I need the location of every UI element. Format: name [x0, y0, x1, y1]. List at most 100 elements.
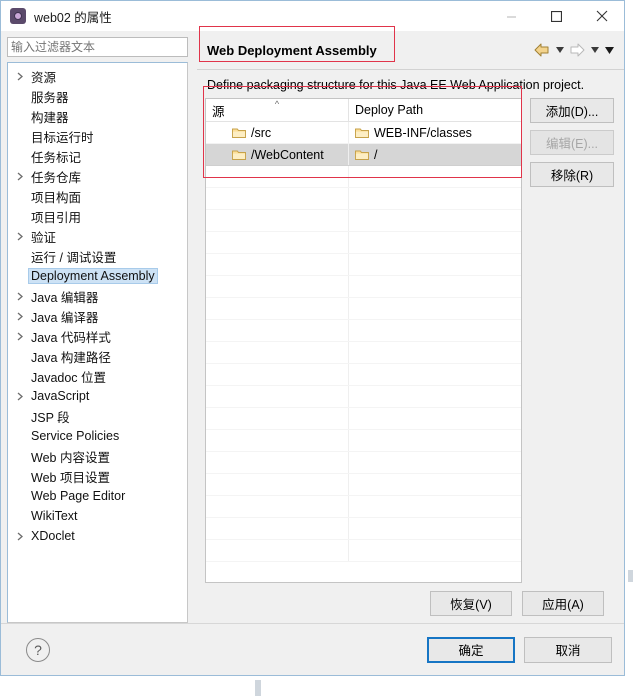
sidebar-item[interactable]: Java 编译器 [8, 306, 187, 326]
table-empty-row[interactable] [206, 298, 521, 320]
table-empty-row[interactable] [206, 408, 521, 430]
deployment-assembly-table[interactable]: 源 ^ Deploy Path /src WEB-INF/classes/WebC… [205, 98, 522, 583]
filter-input[interactable] [7, 37, 188, 57]
sidebar-item[interactable]: Java 构建路径 [8, 346, 187, 366]
sidebar-item[interactable]: Java 代码样式 [8, 326, 187, 346]
sidebar-item[interactable]: Web Page Editor [8, 486, 187, 506]
table-row[interactable]: /src WEB-INF/classes [206, 122, 521, 144]
forward-arrow-icon[interactable] [568, 41, 586, 59]
table-row[interactable]: /WebContent / [206, 144, 521, 166]
sidebar-item[interactable]: 目标运行时 [8, 126, 187, 146]
chevron-right-icon[interactable] [12, 532, 28, 541]
table-empty-row[interactable] [206, 320, 521, 342]
maximize-icon[interactable] [534, 1, 579, 31]
back-arrow-icon[interactable] [533, 41, 551, 59]
preferences-tree[interactable]: 资源服务器 构建器 目标运行时 任务标记 任务仓库项目构面项目引用 验证 运行 / 调试设置… [7, 62, 188, 623]
table-empty-row[interactable] [206, 430, 521, 452]
table-empty-row[interactable] [206, 342, 521, 364]
help-icon[interactable]: ? [26, 637, 50, 662]
preference-page-header: Web Deployment Assembly [197, 31, 624, 70]
table-body: /src WEB-INF/classes/WebContent / [206, 122, 521, 562]
cell-source-label: /WebContent [251, 147, 324, 162]
sidebar-item[interactable]: 服务器 [8, 86, 187, 106]
sidebar-item-label: Javadoc 位置 [31, 370, 107, 385]
sidebar-item[interactable]: 项目构面 [8, 186, 187, 206]
cell-source [206, 188, 349, 209]
table-empty-row[interactable] [206, 276, 521, 298]
table-empty-row[interactable] [206, 496, 521, 518]
sidebar-item-label: 服务器 [31, 90, 69, 105]
sidebar-item-label: 项目引用 [31, 210, 82, 225]
page-title: Web Deployment Assembly [207, 42, 377, 58]
table-empty-row[interactable] [206, 166, 521, 188]
table-empty-row[interactable] [206, 210, 521, 232]
sidebar-item[interactable]: 任务标记 [8, 146, 187, 166]
table-empty-row[interactable] [206, 254, 521, 276]
column-header-deploy-path[interactable]: Deploy Path [349, 99, 521, 121]
table-empty-row[interactable] [206, 452, 521, 474]
preference-page-content: Define packaging structure for this Java… [197, 70, 624, 623]
remove-button[interactable]: 移除(R) [530, 162, 614, 187]
sidebar-item-label: Java 代码样式 [31, 330, 111, 345]
cell-deploy-path-label: / [374, 147, 378, 162]
dialog-footer-buttons: 确定 取消 [427, 636, 612, 663]
table-action-buttons: 添加(D)... 编辑(E)... 移除(R) [522, 98, 614, 583]
cell-deploy-path [349, 430, 521, 451]
sidebar-item[interactable]: 任务仓库 [8, 166, 187, 186]
sidebar-item[interactable]: 运行 / 调试设置 [8, 246, 187, 266]
restore-defaults-button[interactable]: 恢复(V) [430, 590, 512, 616]
table-empty-row[interactable] [206, 364, 521, 386]
column-header-deploy-path-label: Deploy Path [355, 103, 424, 117]
cancel-button[interactable]: 取消 [524, 636, 612, 663]
sidebar-item[interactable]: 项目引用 [8, 206, 187, 226]
column-header-source[interactable]: 源 ^ [206, 99, 349, 121]
table-empty-row[interactable] [206, 540, 521, 562]
chevron-right-icon[interactable] [12, 312, 28, 321]
sidebar-item[interactable]: Web 内容设置 [8, 446, 187, 466]
sidebar-item[interactable]: JavaScript [8, 386, 187, 406]
sidebar-item[interactable]: Javadoc 位置 [8, 366, 187, 386]
chevron-right-icon[interactable] [12, 72, 28, 81]
table-empty-row[interactable] [206, 232, 521, 254]
overflow-chevron-down-icon[interactable] [603, 41, 616, 59]
chevron-right-icon[interactable] [12, 332, 28, 341]
cell-deploy-path [349, 320, 521, 341]
apply-button-row: 恢复(V) 应用(A) [205, 583, 614, 623]
sidebar-item[interactable]: Java 编辑器 [8, 286, 187, 306]
table-empty-row[interactable] [206, 518, 521, 540]
sidebar-item[interactable]: 验证 [8, 226, 187, 246]
apply-button[interactable]: 应用(A) [522, 590, 604, 616]
sidebar-item[interactable]: 资源 [8, 66, 187, 86]
cell-source [206, 408, 349, 429]
forward-history-chevron-down-icon[interactable] [588, 41, 601, 59]
cell-source [206, 210, 349, 231]
chevron-right-icon[interactable] [12, 292, 28, 301]
sidebar-item[interactable]: JSP 段 [8, 406, 187, 426]
sidebar-item-label: WikiText [31, 509, 78, 523]
ok-button[interactable]: 确定 [427, 636, 515, 663]
sidebar-item-label: 项目构面 [31, 190, 82, 205]
sidebar-item[interactable]: Web 项目设置 [8, 466, 187, 486]
chevron-right-icon[interactable] [12, 172, 28, 181]
cell-source [206, 166, 349, 187]
cell-source [206, 496, 349, 517]
cell-source [206, 430, 349, 451]
sidebar-item-label: Service Policies [31, 429, 120, 443]
minimize-icon[interactable] [489, 1, 534, 31]
close-icon[interactable] [579, 1, 624, 31]
sidebar-item[interactable]: XDoclet [8, 526, 187, 546]
chevron-right-icon[interactable] [12, 392, 28, 401]
page-background-right [625, 0, 635, 696]
table-empty-row[interactable] [206, 474, 521, 496]
table-empty-row[interactable] [206, 188, 521, 210]
sidebar-item[interactable]: WikiText [8, 506, 187, 526]
cell-source: /WebContent [206, 144, 349, 165]
sidebar-item[interactable]: Deployment Assembly [8, 266, 187, 286]
cell-source [206, 298, 349, 319]
table-empty-row[interactable] [206, 386, 521, 408]
add-button[interactable]: 添加(D)... [530, 98, 614, 123]
back-history-chevron-down-icon[interactable] [553, 41, 566, 59]
chevron-right-icon[interactable] [12, 232, 28, 241]
sidebar-item[interactable]: 构建器 [8, 106, 187, 126]
sidebar-item[interactable]: Service Policies [8, 426, 187, 446]
